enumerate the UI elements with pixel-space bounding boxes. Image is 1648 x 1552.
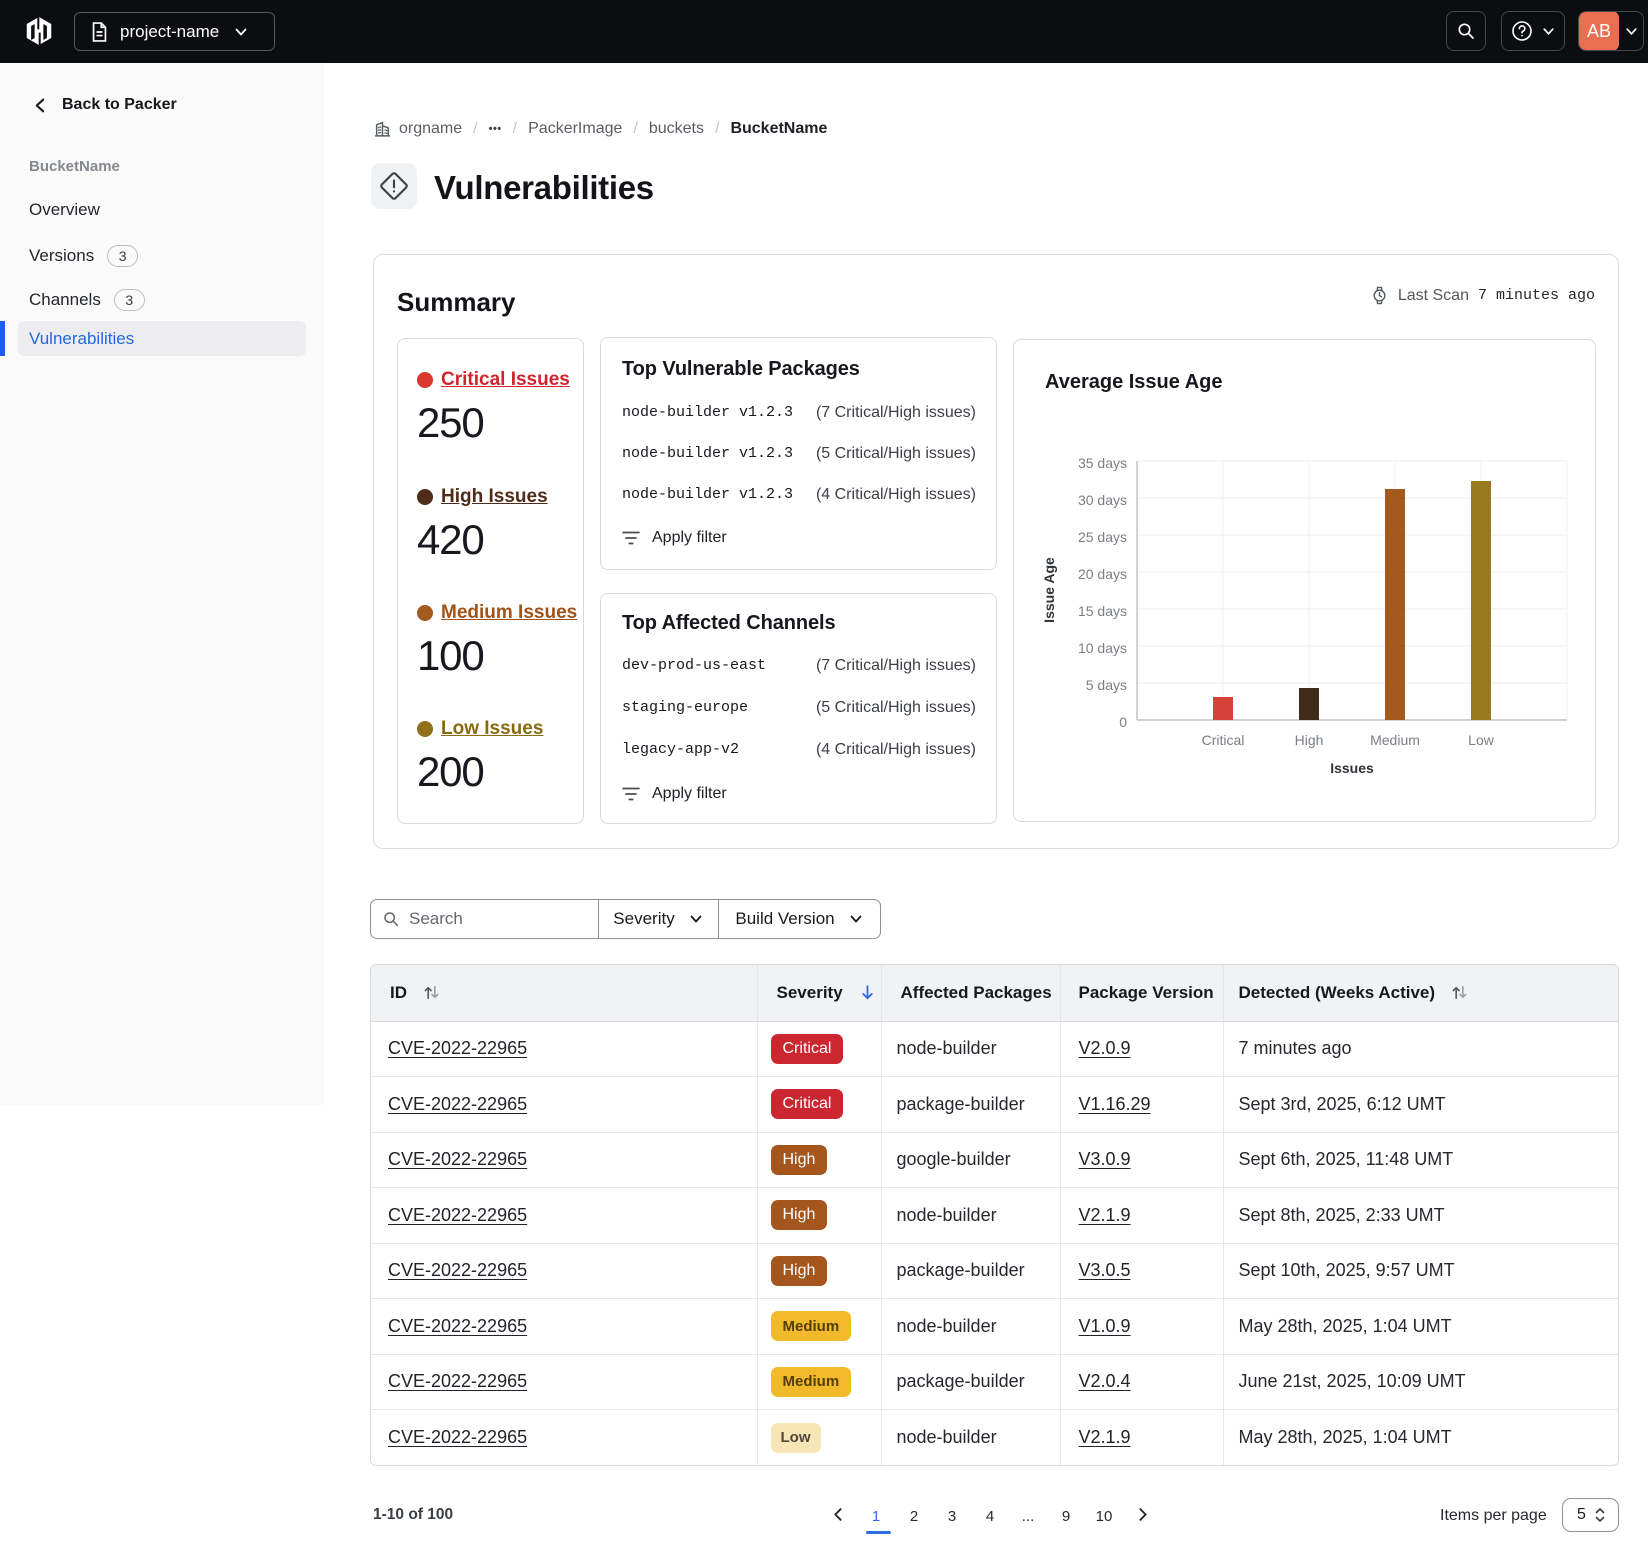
svg-text:Issue Age: Issue Age <box>1041 557 1057 623</box>
svg-text:High: High <box>1295 732 1324 748</box>
svg-text:0: 0 <box>1119 714 1127 730</box>
svg-text:30 days: 30 days <box>1078 492 1127 508</box>
svg-text:5 days: 5 days <box>1086 677 1127 693</box>
svg-text:10 days: 10 days <box>1078 640 1127 656</box>
svg-text:25 days: 25 days <box>1078 529 1127 545</box>
svg-text:15 days: 15 days <box>1078 603 1127 619</box>
svg-text:20 days: 20 days <box>1078 566 1127 582</box>
svg-text:Critical: Critical <box>1202 732 1245 748</box>
svg-text:Medium: Medium <box>1370 732 1420 748</box>
svg-text:Issues: Issues <box>1330 760 1374 776</box>
svg-text:35 days: 35 days <box>1078 455 1127 471</box>
svg-text:Low: Low <box>1468 732 1495 748</box>
